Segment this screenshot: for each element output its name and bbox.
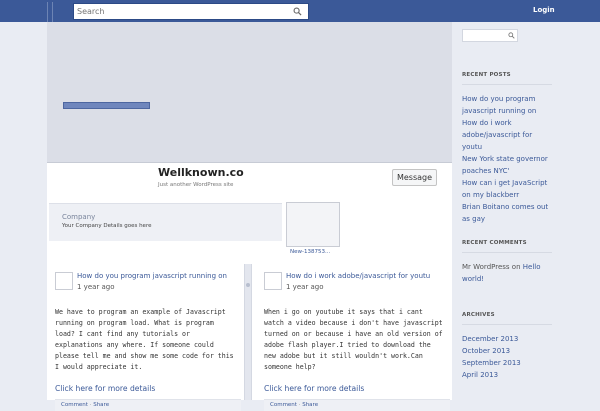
- sidebar-search[interactable]: [462, 29, 518, 42]
- post-body: When i go on youtube it says that i cant…: [264, 308, 443, 371]
- more-details-link[interactable]: Click here for more details: [264, 384, 364, 393]
- recent-post-link[interactable]: How do you program javascript running on: [462, 93, 554, 117]
- share-link[interactable]: Share: [302, 402, 318, 408]
- recent-post-link[interactable]: Brian Boitano comes out as gay: [462, 201, 554, 225]
- login-link[interactable]: Login: [533, 6, 555, 14]
- archive-link[interactable]: October 2013: [462, 345, 554, 357]
- comment-link[interactable]: Comment: [61, 402, 88, 408]
- comment-link[interactable]: Comment: [270, 402, 297, 408]
- post-actions: Comment · Share: [55, 399, 241, 411]
- archive-link[interactable]: September 2013: [462, 357, 554, 369]
- archives-list: December 2013 October 2013 September 201…: [462, 333, 554, 381]
- feed-divider: [244, 264, 252, 400]
- gallery-thumbnail[interactable]: [286, 202, 340, 247]
- post-title[interactable]: How do you program javascript running on: [77, 272, 237, 280]
- post-body: We have to program an example of Javascr…: [55, 308, 234, 371]
- recent-post-link[interactable]: New York state governor poaches NYC': [462, 153, 554, 177]
- more-details-link[interactable]: Click here for more details: [55, 384, 155, 393]
- recent-post-link[interactable]: How can i get JavaScript on my blackberr: [462, 177, 554, 201]
- divider: [462, 84, 552, 85]
- home-tab[interactable]: [47, 2, 53, 22]
- loading-bar: [63, 102, 150, 109]
- recent-post-link[interactable]: How do i work adobe/javascript for youtu: [462, 117, 554, 153]
- sidebar-search-input[interactable]: [463, 30, 503, 41]
- sidebar: RECENT POSTS How do you program javascri…: [452, 22, 600, 400]
- post-timestamp: 1 year ago: [286, 283, 324, 291]
- recent-comment: Mr WordPress on Hello world!: [462, 261, 554, 285]
- main-column: Wellknown.co Just another WordPress site…: [47, 22, 452, 411]
- cover-photo: [47, 22, 452, 163]
- post-card: How do you program javascript running on…: [49, 264, 241, 411]
- archive-link[interactable]: December 2013: [462, 333, 554, 345]
- recent-comments-list: Mr WordPress on Hello world!: [462, 261, 554, 285]
- recent-posts-list: How do you program javascript running on…: [462, 93, 554, 225]
- divider: [462, 324, 552, 325]
- divider: [462, 252, 552, 253]
- avatar[interactable]: [264, 272, 282, 290]
- recent-comments-heading: RECENT COMMENTS: [462, 240, 527, 246]
- comment-on: on: [511, 263, 521, 271]
- search-box[interactable]: [73, 3, 309, 20]
- search-icon[interactable]: [508, 32, 515, 39]
- divider-knob: [246, 283, 250, 287]
- message-button[interactable]: Message: [392, 169, 437, 186]
- top-navigation-bar: Login: [0, 0, 600, 22]
- avatar[interactable]: [55, 272, 73, 290]
- archives-heading: ARCHIVES: [462, 312, 495, 318]
- post-actions: Comment · Share: [264, 399, 450, 411]
- archive-link[interactable]: April 2013: [462, 369, 554, 381]
- thumbnail-caption[interactable]: New-138753...: [290, 249, 330, 255]
- company-info-box: Company Your Company Details goes here: [49, 203, 282, 241]
- company-description: Your Company Details goes here: [62, 223, 152, 229]
- search-icon[interactable]: [293, 7, 302, 16]
- company-title: Company: [62, 213, 96, 221]
- post-timestamp: 1 year ago: [77, 283, 115, 291]
- share-link[interactable]: Share: [93, 402, 109, 408]
- search-input[interactable]: [74, 4, 287, 19]
- post-title[interactable]: How do i work adobe/javascript for youtu: [286, 272, 446, 280]
- comment-author: Mr WordPress: [462, 263, 510, 271]
- site-title[interactable]: Wellknown.co: [158, 166, 244, 179]
- recent-posts-heading: RECENT POSTS: [462, 72, 511, 78]
- site-tagline: Just another WordPress site: [158, 182, 234, 188]
- post-card: How do i work adobe/javascript for youtu…: [258, 264, 450, 411]
